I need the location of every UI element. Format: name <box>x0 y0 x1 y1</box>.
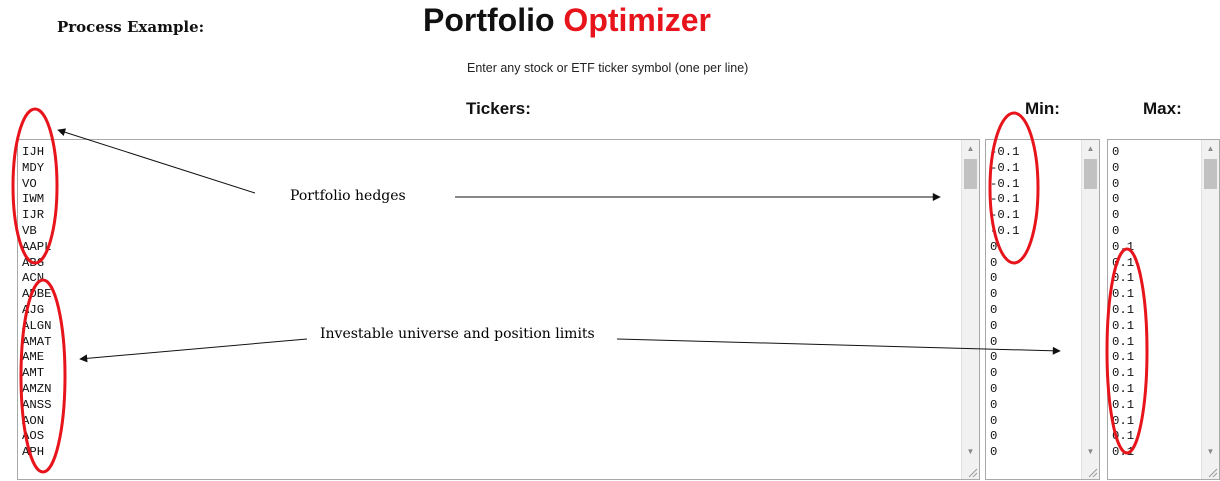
textarea-line: AOS <box>22 429 45 444</box>
title-optimizer: Optimizer <box>563 2 711 38</box>
textarea-line: AON <box>22 413 45 428</box>
textarea-line: 0 <box>990 287 998 302</box>
min-text: -0.1 -0.1 -0.1 -0.1 -0.1 -0.1 0 0 0 0 0 0 0 0 0 0 0 0 0 0 <box>990 145 1020 461</box>
tickers-textarea[interactable]: IJH MDY VO IWM IJR VB AAPL ABG ACN ADBE AJG ALGN AMA… <box>17 139 980 480</box>
scroll-up-icon[interactable]: ▲ <box>1202 140 1219 157</box>
max-textarea[interactable]: 0 0 0 0 0 0 0.1 0.1 0.1 0.1 0.1 0.1 0.1 0.1 0.1 0.1 0.1 0… <box>1107 139 1220 480</box>
textarea-line: APH <box>22 445 45 460</box>
scroll-up-icon[interactable]: ▲ <box>962 140 979 157</box>
textarea-line: 0.1 <box>1112 397 1135 412</box>
page-title: Portfolio Optimizer <box>423 2 711 39</box>
textarea-line: 0 <box>990 334 998 349</box>
textarea-line: -0.1 <box>990 145 1020 159</box>
textarea-line: -0.1 <box>990 160 1020 175</box>
textarea-line: -0.1 <box>990 208 1020 223</box>
textarea-line: 0 <box>1112 223 1120 238</box>
textarea-line: 0 <box>990 397 998 412</box>
textarea-line: 0 <box>990 271 998 286</box>
textarea-line: AAPL <box>22 239 52 254</box>
min-scrollbar[interactable]: ▲ ▼ <box>1081 140 1099 479</box>
tickers-text: IJH MDY VO IWM IJR VB AAPL ABG ACN ADBE AJG ALGN AMA… <box>22 145 52 461</box>
scroll-thumb[interactable] <box>1204 159 1217 189</box>
tickers-label: Tickers: <box>466 99 531 118</box>
textarea-line: 0.1 <box>1112 271 1135 286</box>
textarea-line: ALGN <box>22 318 52 333</box>
textarea-line: 0 <box>1112 208 1120 223</box>
textarea-line: 0 <box>990 302 998 317</box>
min-textarea[interactable]: -0.1 -0.1 -0.1 -0.1 -0.1 -0.1 0 0 0 0 0 0 0 0 0 0 0 0 0 0 ▲… <box>985 139 1100 480</box>
process-example-label: Process Example: <box>57 18 205 36</box>
textarea-line: AME <box>22 350 45 365</box>
textarea-line: IWM <box>22 192 45 207</box>
textarea-line: AJG <box>22 302 45 317</box>
textarea-line: 0.1 <box>1112 255 1135 270</box>
textarea-line: 0 <box>990 413 998 428</box>
textarea-line: ACN <box>22 271 45 286</box>
textarea-line: 0.1 <box>1112 350 1135 365</box>
textarea-line: MDY <box>22 160 45 175</box>
textarea-line: 0.1 <box>1112 287 1135 302</box>
instructions-text: Enter any stock or ETF ticker symbol (on… <box>467 61 749 75</box>
max-scrollbar[interactable]: ▲ ▼ <box>1201 140 1219 479</box>
textarea-line: 0 <box>990 350 998 365</box>
textarea-line: 0 <box>990 366 998 381</box>
scroll-down-icon[interactable]: ▼ <box>962 443 979 460</box>
textarea-line: 0 <box>1112 192 1120 207</box>
textarea-line: -0.1 <box>990 192 1020 207</box>
resize-grip-icon[interactable] <box>966 466 978 478</box>
min-label: Min: <box>1025 99 1060 118</box>
textarea-line: AMAT <box>22 334 52 349</box>
textarea-line: 0.1 <box>1112 318 1135 333</box>
max-label: Max: <box>1143 99 1182 118</box>
textarea-line: ADBE <box>22 287 52 302</box>
scroll-down-icon[interactable]: ▼ <box>1202 443 1219 460</box>
textarea-line: 0.1 <box>1112 302 1135 317</box>
textarea-line: ANSS <box>22 397 52 412</box>
textarea-line: 0 <box>990 429 998 444</box>
textarea-line: VB <box>22 223 37 238</box>
scroll-up-icon[interactable]: ▲ <box>1082 140 1099 157</box>
textarea-line: 0 <box>1112 145 1120 159</box>
resize-grip-icon[interactable] <box>1206 466 1218 478</box>
scroll-thumb[interactable] <box>1084 159 1097 189</box>
textarea-line: 0 <box>990 381 998 396</box>
max-text: 0 0 0 0 0 0 0.1 0.1 0.1 0.1 0.1 0.1 0.1 0.1 0.1 0.1 0.1 0… <box>1112 145 1134 461</box>
resize-grip-icon[interactable] <box>1086 466 1098 478</box>
textarea-line: 0.1 <box>1112 381 1135 396</box>
textarea-line: 0 <box>1112 176 1120 191</box>
textarea-line: 0 <box>990 255 998 270</box>
textarea-line: 0.1 <box>1112 239 1135 254</box>
textarea-line: 0.1 <box>1112 334 1135 349</box>
title-portfolio: Portfolio <box>423 2 555 38</box>
textarea-line: 0.1 <box>1112 429 1135 444</box>
textarea-line: VO <box>22 176 37 191</box>
textarea-line: 0 <box>990 445 998 460</box>
textarea-line: 0 <box>1112 160 1120 175</box>
textarea-line: 0.1 <box>1112 366 1135 381</box>
textarea-line: 0.1 <box>1112 445 1135 460</box>
textarea-line: IJR <box>22 208 45 223</box>
tickers-scrollbar[interactable]: ▲ ▼ <box>961 140 979 479</box>
textarea-line: 0 <box>990 239 998 254</box>
textarea-line: -0.1 <box>990 223 1020 238</box>
textarea-line: IJH <box>22 145 45 159</box>
scroll-down-icon[interactable]: ▼ <box>1082 443 1099 460</box>
textarea-line: AMZN <box>22 381 52 396</box>
textarea-line: 0 <box>990 318 998 333</box>
textarea-line: ABG <box>22 255 45 270</box>
scroll-thumb[interactable] <box>964 159 977 189</box>
textarea-line: 0.1 <box>1112 413 1135 428</box>
textarea-line: AMT <box>22 366 45 381</box>
textarea-line: -0.1 <box>990 176 1020 191</box>
